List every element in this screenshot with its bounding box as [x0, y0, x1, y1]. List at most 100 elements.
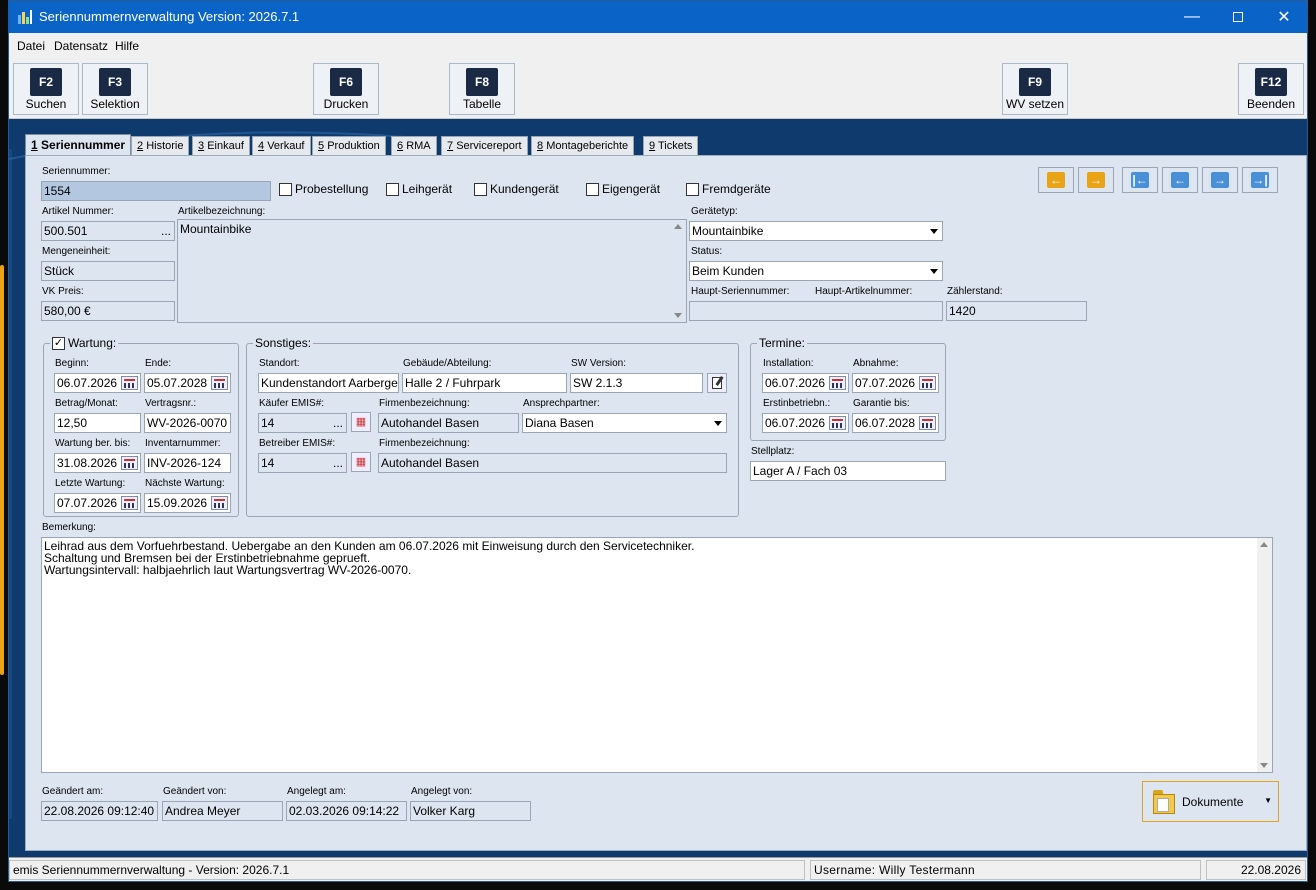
kaeufer-lookup-icon[interactable]: ...: [333, 414, 343, 432]
kaeufer-value: 14: [261, 416, 275, 430]
ansprech-select[interactable]: Diana Basen: [522, 413, 727, 433]
letzte-label: Letzte Wartung:: [55, 478, 126, 489]
fremdgeraete-checkbox[interactable]: [686, 183, 699, 196]
scroll-up-icon: [674, 224, 682, 229]
next-orange-button[interactable]: →: [1078, 167, 1114, 193]
hauptsn-field[interactable]: [689, 301, 943, 321]
betreiber-lookup-icon[interactable]: ...: [333, 454, 343, 472]
probestellung-checkbox[interactable]: [279, 183, 292, 196]
bemerkung-scrollbar[interactable]: [1257, 538, 1272, 772]
letzte-value: 07.07.2026: [57, 496, 118, 510]
first-record-button[interactable]: |←: [1122, 167, 1158, 193]
arrow-left-icon: ←: [1047, 172, 1065, 188]
geaendert-von-label: Geändert von:: [163, 786, 227, 797]
status-date: 22.08.2026: [1206, 860, 1306, 880]
betreiber-field[interactable]: 14...: [258, 453, 347, 473]
kundengeraet-label: Kundengerät: [490, 182, 559, 196]
seriennummer-label: Seriennummer:: [42, 166, 111, 177]
leihgeraet-checkbox[interactable]: [386, 183, 399, 196]
abnahme-field[interactable]: 07.07.2026: [852, 373, 939, 393]
erstinbetrieb-field[interactable]: 06.07.2026: [762, 413, 849, 433]
contact-card-icon[interactable]: ▦: [351, 412, 371, 432]
status-value: Beim Kunden: [692, 264, 765, 278]
chevron-down-icon: [714, 421, 722, 426]
last-record-button[interactable]: →|: [1242, 167, 1278, 193]
erstinbetrieb-value: 06.07.2026: [765, 416, 826, 430]
artikelbez-label: Artikelbezeichnung:: [178, 206, 266, 217]
status-select[interactable]: Beim Kunden: [689, 261, 943, 281]
artikelnummer-lookup-icon[interactable]: ...: [161, 222, 171, 240]
naechste-value: 15.09.2026: [147, 496, 208, 510]
abnahme-label: Abnahme:: [853, 358, 899, 369]
artikelbez-field[interactable]: Mountainbike: [177, 219, 687, 323]
letzte-field[interactable]: 07.07.2026: [54, 493, 141, 513]
vertrag-label: Vertragsnr.:: [145, 398, 197, 409]
kundengeraet-checkbox[interactable]: [474, 183, 487, 196]
inventar-field[interactable]: INV-2026-124: [144, 453, 231, 473]
sw-field[interactable]: SW 2.1.3: [570, 373, 703, 393]
angelegt-am-label: Angelegt am:: [287, 786, 346, 797]
prev-record-button[interactable]: ←: [1162, 167, 1198, 193]
edit-note-icon[interactable]: [707, 373, 727, 393]
betrag-field[interactable]: 12,50: [54, 413, 141, 433]
geaendert-am-field: 22.08.2026 09:12:40: [41, 801, 158, 821]
betrag-label: Betrag/Monat:: [55, 398, 118, 409]
naechste-field[interactable]: 15.09.2026: [144, 493, 231, 513]
seriennummer-field[interactable]: 1554: [41, 181, 271, 201]
calendar-icon[interactable]: [919, 376, 936, 390]
scroll-up-icon: [1260, 542, 1268, 547]
betreiber-label: Betreiber EMIS#:: [259, 438, 336, 449]
kaeufer-field[interactable]: 14...: [258, 413, 347, 433]
beginn-value: 06.07.2026: [57, 376, 118, 390]
artikelnummer-field[interactable]: 500.501...: [41, 221, 175, 241]
calendar-icon[interactable]: [121, 456, 138, 470]
artikelbez-scrollbar[interactable]: [671, 220, 686, 322]
mengeneinheit-field[interactable]: Stück: [41, 261, 175, 281]
geraetetyp-select[interactable]: Mountainbike: [689, 221, 943, 241]
stellplatz-label: Stellplatz:: [751, 446, 795, 457]
beginn-label: Beginn:: [55, 358, 89, 369]
zaehler-field[interactable]: 1420: [946, 301, 1087, 321]
calendar-icon[interactable]: [829, 416, 846, 430]
calendar-icon[interactable]: [211, 376, 228, 390]
calendar-icon[interactable]: [829, 376, 846, 390]
geraetetyp-value: Mountainbike: [692, 224, 764, 238]
first-record-icon: |←: [1131, 172, 1149, 188]
berbis-field[interactable]: 31.08.2026: [54, 453, 141, 473]
ende-label: Ende:: [145, 358, 172, 369]
calendar-icon[interactable]: [121, 376, 138, 390]
geraetetyp-label: Gerätetyp:: [691, 206, 738, 217]
dokumente-button[interactable]: Dokumente ▼: [1142, 781, 1279, 822]
dropdown-arrow-icon: ▼: [1264, 796, 1272, 805]
form-area: Seriennummer: 1554 Probestellung Leihger…: [1, 1, 1316, 890]
eigengeraet-checkbox[interactable]: [586, 183, 599, 196]
chevron-down-icon: [930, 229, 938, 234]
leihgeraet-label: Leihgerät: [402, 182, 453, 196]
firma2-field[interactable]: Autohandel Basen: [378, 453, 727, 473]
next-record-button[interactable]: →: [1202, 167, 1238, 193]
standort-label: Standort:: [259, 358, 300, 369]
next-record-icon: →: [1211, 172, 1229, 188]
firma1-field[interactable]: Autohandel Basen: [378, 413, 519, 433]
garantie-field[interactable]: 06.07.2028: [852, 413, 939, 433]
standort-field[interactable]: Kundenstandort Aarbergen: [258, 373, 399, 393]
vertrag-field[interactable]: WV-2026-0070: [144, 413, 231, 433]
prev-orange-button[interactable]: ←: [1038, 167, 1074, 193]
wartung-checkbox[interactable]: ✓: [52, 336, 65, 350]
stellplatz-field[interactable]: Lager A / Fach 03: [750, 461, 946, 481]
beginn-field[interactable]: 06.07.2026: [54, 373, 141, 393]
abnahme-value: 07.07.2026: [855, 376, 916, 390]
gebaeude-field[interactable]: Halle 2 / Fuhrpark: [402, 373, 567, 393]
bemerkung-textarea[interactable]: Leihrad aus dem Vorfuehrbestand. Ueberga…: [41, 537, 1273, 773]
gebaeude-label: Gebäude/Abteilung:: [403, 358, 492, 369]
bemerkung-label: Bemerkung:: [42, 522, 96, 533]
ende-field[interactable]: 05.07.2028: [144, 373, 231, 393]
installation-field[interactable]: 06.07.2026: [762, 373, 849, 393]
calendar-icon[interactable]: [211, 496, 228, 510]
vkpreis-field[interactable]: 580,00 €: [41, 301, 175, 321]
zaehler-label: Zählerstand:: [947, 286, 1003, 297]
contact-card-icon[interactable]: ▦: [351, 452, 371, 472]
calendar-icon[interactable]: [919, 416, 936, 430]
fremdgeraete-label: Fremdgeräte: [702, 182, 771, 196]
calendar-icon[interactable]: [121, 496, 138, 510]
